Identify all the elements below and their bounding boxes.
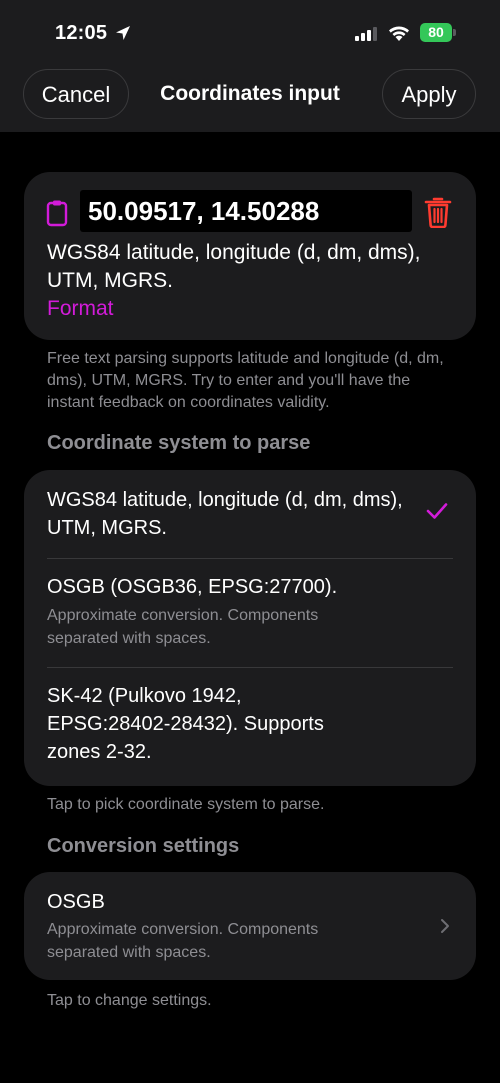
option-wgs84[interactable]: WGS84 latitude, longitude (d, dm, dms), …	[24, 470, 476, 558]
conversion-title: OSGB	[47, 891, 105, 913]
conversion-settings-row[interactable]: OSGB Approximate conversion. Components …	[24, 872, 476, 980]
checkmark-icon	[426, 503, 448, 519]
battery-level: 80	[420, 23, 452, 42]
coordinate-system-header: Coordinate system to parse	[47, 432, 311, 454]
page-title: Coordinates input	[160, 82, 340, 105]
cellular-signal-icon	[355, 27, 377, 41]
option-osgb[interactable]: OSGB (OSGB36, EPSG:27700). Approximate c…	[24, 559, 476, 667]
location-arrow-icon	[116, 26, 130, 40]
conversion-settings-header: Conversion settings	[47, 835, 240, 857]
input-format-description: WGS84 latitude, longitude (d, dm, dms), …	[47, 241, 421, 292]
coordinates-input-screen: 12:05 80 Cancel Coordinates input Apply	[0, 0, 500, 1083]
coordinate-system-list: WGS84 latitude, longitude (d, dm, dms), …	[24, 470, 476, 786]
clipboard-icon[interactable]	[46, 199, 68, 227]
conversion-subtitle: Approximate conversion. Components separ…	[47, 921, 319, 961]
option-sk42[interactable]: SK-42 (Pulkovo 1942, EPSG:28402-28432). …	[24, 668, 476, 786]
option-title: OSGB (OSGB36, EPSG:27700).	[47, 576, 338, 598]
option-title: WGS84 latitude, longitude (d, dm, dms), …	[47, 489, 403, 539]
status-time: 12:05	[55, 22, 108, 44]
option-title: SK-42 (Pulkovo 1942, EPSG:28402-28432). …	[47, 685, 324, 763]
status-bar: 12:05 80	[0, 0, 500, 62]
battery-icon: 80	[420, 23, 456, 42]
conversion-settings-footer: Tap to change settings.	[47, 992, 212, 1009]
coordinates-input[interactable]	[80, 190, 412, 232]
navigation-bar: Cancel Coordinates input Apply	[0, 62, 500, 132]
option-subtitle: Approximate conversion. Components separ…	[47, 607, 319, 647]
wifi-icon	[389, 26, 409, 41]
cancel-button[interactable]: Cancel	[23, 69, 129, 119]
trash-icon[interactable]	[424, 196, 452, 228]
coordinate-system-footer: Tap to pick coordinate system to parse.	[47, 796, 325, 813]
chevron-right-icon	[441, 919, 449, 933]
apply-button[interactable]: Apply	[382, 69, 476, 119]
input-help-text: Free text parsing supports latitude and …	[47, 350, 444, 411]
format-link[interactable]: Format	[47, 297, 114, 321]
coordinates-input-card: WGS84 latitude, longitude (d, dm, dms), …	[24, 172, 476, 340]
